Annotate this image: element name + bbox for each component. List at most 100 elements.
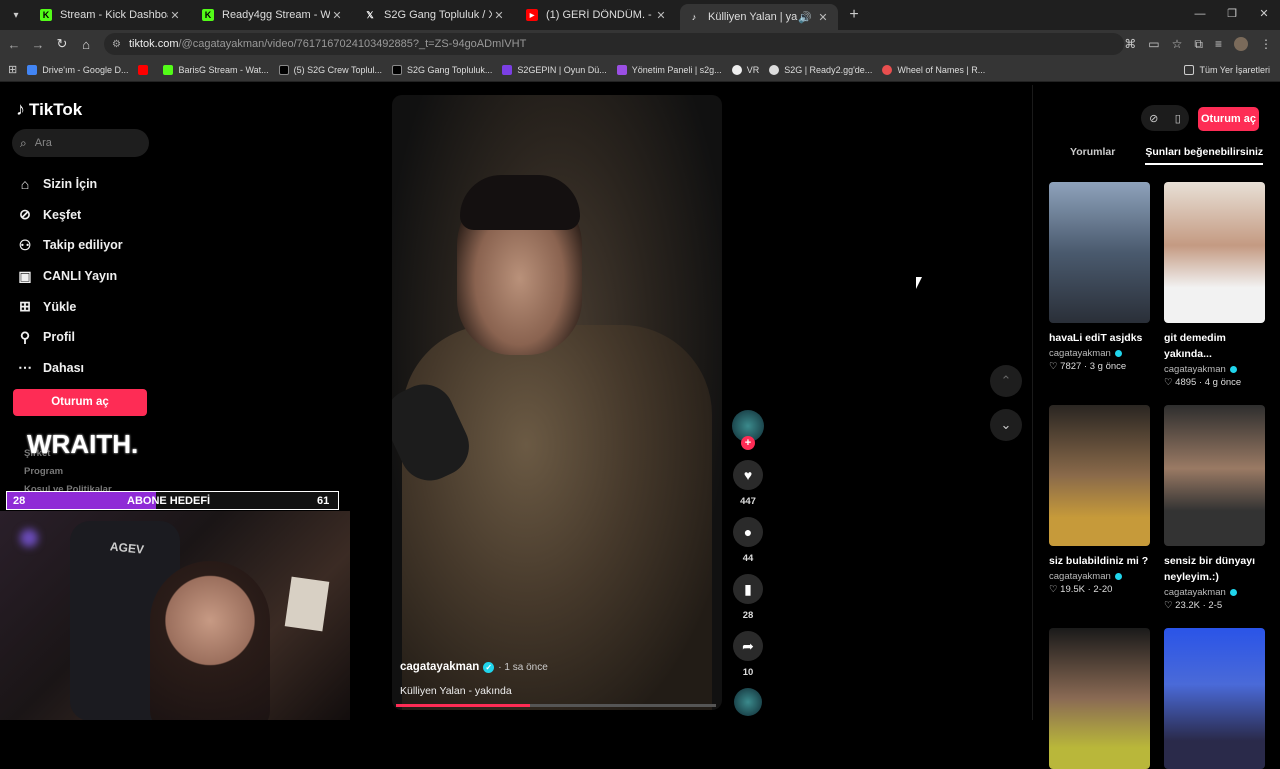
share-button[interactable]: ➦ 10 xyxy=(732,631,764,678)
next-video-button[interactable]: ⌄ xyxy=(990,409,1022,441)
maximize-icon[interactable]: ❐ xyxy=(1216,0,1248,30)
close-tab-icon[interactable]: ✕ xyxy=(654,9,668,22)
video-thumbnail[interactable] xyxy=(1164,182,1265,323)
author-avatar[interactable]: + xyxy=(732,410,764,450)
close-tab-icon[interactable]: ✕ xyxy=(816,11,830,24)
video-thumbnail[interactable] xyxy=(1049,628,1150,769)
verified-icon xyxy=(1114,573,1122,580)
right-panel-tabs: Yorumlar Şunları beğenebilirsiniz xyxy=(1048,143,1264,165)
video-card[interactable]: git demedim yakında... cagatayakman ♡ 48… xyxy=(1164,182,1265,388)
bookmark-item[interactable]: Drive'ım - Google D... xyxy=(27,64,128,75)
new-tab-button[interactable]: + xyxy=(842,6,866,24)
back-icon[interactable]: ← xyxy=(2,37,26,52)
browser-tab[interactable]: 𝕏 S2G Gang Topluluk / X ✕ xyxy=(356,2,514,28)
subscriber-goal-bar: 28 ABONE HEDEFİ 61 xyxy=(6,491,339,510)
nav-for-you[interactable]: ⌂ Sizin İçin xyxy=(16,169,123,200)
browser-tab[interactable]: KReady4gg Stream - Watch Live✕ xyxy=(194,2,352,28)
previous-video-button[interactable]: ⌃ xyxy=(990,365,1022,397)
bookmark-item[interactable]: S2GEPIN | Oyun Dü... xyxy=(502,64,607,75)
bookmark-item[interactable]: Wheel of Names | R... xyxy=(882,64,985,75)
tiktok-icon: ♪ xyxy=(16,99,25,119)
save-button[interactable]: ▮ 28 xyxy=(732,574,764,621)
video-thumbnail[interactable] xyxy=(1164,405,1265,546)
footer-link[interactable]: Program xyxy=(24,463,112,481)
extensions-icon[interactable]: ⧉ xyxy=(1194,37,1203,52)
video-card[interactable] xyxy=(1049,628,1150,769)
bookmark-item[interactable]: S2G Gang Topluluk... xyxy=(392,64,492,75)
card-user: cagatayakman xyxy=(1049,571,1150,582)
all-bookmarks[interactable]: Tüm Yer İşaretleri xyxy=(1184,64,1270,75)
search-icon: ⌕ xyxy=(20,135,27,150)
close-tab-icon[interactable]: ✕ xyxy=(492,9,506,22)
tab-comments[interactable]: Yorumlar xyxy=(1070,143,1115,165)
wall-poster xyxy=(284,576,330,632)
bookmark-star-icon[interactable]: ☆ xyxy=(1172,37,1183,51)
video-thumbnail[interactable] xyxy=(1049,182,1150,323)
url-path: /@cagatayakman/video/7617167024103492885… xyxy=(178,38,527,50)
tab-search-button[interactable]: ▾ xyxy=(4,4,28,26)
bookmark-item[interactable]: VR xyxy=(731,64,759,75)
browser-tab[interactable]: ▶(1) GERİ DÖNDÜM. - YouTube✕ xyxy=(518,2,676,28)
comment-button[interactable]: ● 44 xyxy=(732,517,764,564)
bookmark-item[interactable] xyxy=(138,64,153,75)
close-window-icon[interactable]: ✕ xyxy=(1248,0,1280,30)
avatar[interactable] xyxy=(1234,37,1248,51)
bookmark-item[interactable]: (5) S2G Crew Toplul... xyxy=(278,64,382,75)
video-card[interactable]: sensiz bir dünyayı neyleyim.:) cagatayak… xyxy=(1164,405,1265,611)
goal-label: ABONE HEDEFİ xyxy=(127,494,211,507)
url-field[interactable]: ⚙ tiktok.com/@cagatayakman/video/7617167… xyxy=(104,33,1124,55)
follow-plus-icon[interactable]: + xyxy=(741,436,755,450)
like-button[interactable]: ♥ 447 xyxy=(732,460,764,507)
video-author[interactable]: cagatayakman ✓ · 1 sa önce xyxy=(400,661,548,673)
browser-tab[interactable]: KStream - Kick Dashboard✕ xyxy=(32,2,190,28)
music-disc-icon[interactable] xyxy=(734,688,762,716)
bookmark-item[interactable]: Yönetim Paneli | s2g... xyxy=(616,64,722,75)
nav-live[interactable]: ▣ CANLI Yayın xyxy=(16,261,123,292)
video-card[interactable]: havaLi ediT asjdks cagatayakman ♡ 7827 ·… xyxy=(1049,182,1150,372)
forward-icon[interactable]: → xyxy=(26,37,50,52)
video-thumbnail[interactable] xyxy=(1049,405,1150,546)
video-player[interactable]: cagatayakman ✓ · 1 sa önce Külliyen Yalan … xyxy=(392,95,722,710)
side-nav: ⌂ Sizin İçin ⊘ Keşfet ⚇ Takip ediliyor ▣ CAN… xyxy=(16,169,123,383)
nav-profile[interactable]: ⚲ Profil xyxy=(16,322,123,353)
reload-icon[interactable]: ↻ xyxy=(50,36,74,52)
translate-icon[interactable]: ⌘ xyxy=(1124,37,1136,51)
cast-icon[interactable]: ▭ xyxy=(1148,37,1159,51)
video-card[interactable]: siz bulabildiniz mi ? cagatayakman ♡ 19.… xyxy=(1049,405,1150,595)
login-button[interactable]: Oturum aç xyxy=(13,389,147,416)
menu-icon[interactable]: ⋮ xyxy=(1260,37,1272,51)
close-tab-icon[interactable]: ✕ xyxy=(330,9,344,22)
nav-more[interactable]: ⋯ Dahası xyxy=(16,353,123,384)
search-input[interactable]: ⌕ Ara xyxy=(12,129,149,157)
minimize-icon[interactable]: — xyxy=(1184,0,1216,30)
webcam-light xyxy=(20,529,38,547)
compass-icon[interactable]: ⊘ xyxy=(1149,112,1158,125)
tiktok-logo[interactable]: ♪ TikTok xyxy=(16,99,82,120)
nav-explore[interactable]: ⊘ Keşfet xyxy=(16,200,123,231)
close-tab-icon[interactable]: ✕ xyxy=(168,9,182,22)
speaker-icon[interactable]: 🔊 xyxy=(798,11,812,24)
s2gepin-icon xyxy=(502,64,513,75)
video-card[interactable] xyxy=(1164,628,1265,769)
nav-upload[interactable]: ⊞ Yükle xyxy=(16,291,123,322)
bookmark-item[interactable]: BarisG Stream - Wat... xyxy=(163,64,269,75)
mobile-icon[interactable]: ▯ xyxy=(1175,112,1181,125)
more-icon: ⋯ xyxy=(18,359,32,376)
kick-icon: K xyxy=(40,9,52,21)
video-subject-hair xyxy=(460,175,580,230)
tiktok-icon: ♪ xyxy=(691,12,697,22)
site-info-icon[interactable]: ⚙ xyxy=(112,39,121,50)
reading-list-icon[interactable]: ≡ xyxy=(1215,37,1222,51)
bookmark-item[interactable]: S2G | Ready2.gg'de... xyxy=(769,64,872,75)
home-icon[interactable]: ⌂ xyxy=(74,37,98,52)
goal-target: 61 xyxy=(317,494,330,507)
browser-tab-active[interactable]: ♪Külliyen Yalan | yakında | G🔊✕ xyxy=(680,4,838,30)
nav-following[interactable]: ⚇ Takip ediliyor xyxy=(16,230,123,261)
tab-recommended[interactable]: Şunları beğenebilirsiniz xyxy=(1145,143,1264,165)
login-button-top[interactable]: Oturum aç xyxy=(1198,107,1259,131)
video-progress-bar[interactable] xyxy=(396,704,716,707)
following-icon: ⚇ xyxy=(18,236,32,253)
apps-icon[interactable]: ⊞ xyxy=(8,63,17,76)
x-logo-icon: 𝕏 xyxy=(366,9,374,20)
video-thumbnail[interactable] xyxy=(1164,628,1265,769)
